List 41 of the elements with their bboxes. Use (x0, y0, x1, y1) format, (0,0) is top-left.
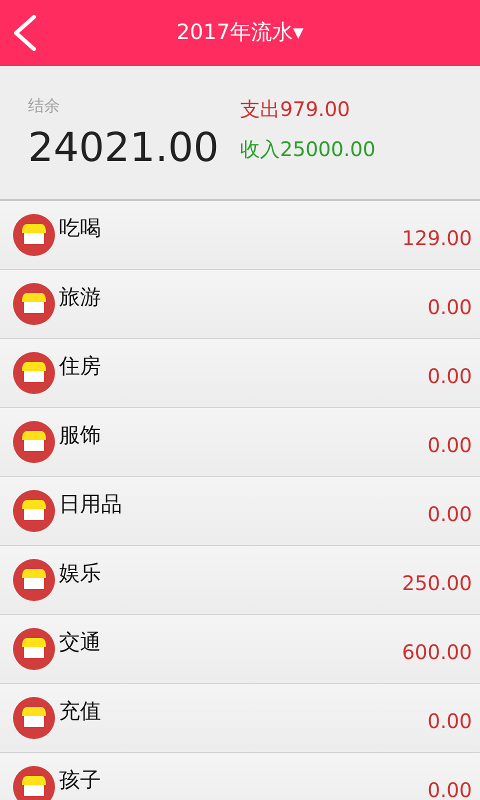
category-name: 住房 (59, 353, 102, 380)
shop-icon (13, 283, 55, 325)
year-dropdown[interactable]: 2017年流水▾ (176, 17, 304, 49)
category-amount: 0.00 (427, 501, 472, 528)
category-row[interactable]: 吃喝 129.00 (0, 201, 480, 270)
shop-icon (13, 421, 55, 463)
category-row[interactable]: 日用品 0.00 (0, 477, 480, 546)
category-name: 孩子 (59, 767, 102, 794)
category-name: 服饰 (59, 422, 102, 450)
category-amount: 0.00 (427, 777, 472, 800)
category-row[interactable]: 交通 600.00 (0, 615, 480, 684)
category-row[interactable]: 旅游 0.00 (0, 270, 480, 339)
shop-icon (13, 766, 55, 800)
shop-icon (13, 559, 55, 601)
shop-icon (13, 352, 55, 394)
category-row[interactable]: 孩子 0.00 (0, 753, 480, 800)
category-amount: 129.00 (402, 225, 472, 252)
category-row[interactable]: 住房 0.00 (0, 339, 480, 408)
category-name: 吃喝 (59, 215, 102, 242)
category-name: 充值 (59, 698, 102, 726)
category-amount: 0.00 (427, 432, 472, 459)
balance-label: 结余 (28, 95, 61, 117)
category-amount: 600.00 (402, 639, 472, 666)
category-name: 交通 (59, 629, 102, 656)
category-row[interactable]: 娱乐 250.00 (0, 546, 480, 615)
category-amount: 250.00 (402, 570, 472, 597)
shop-icon (13, 628, 55, 670)
income-total: 收入25000.00 (240, 136, 376, 163)
expense-total: 支出979.00 (240, 96, 351, 123)
category-row[interactable]: 充值 0.00 (0, 684, 480, 753)
category-amount: 0.00 (427, 294, 472, 321)
shop-icon (13, 490, 55, 532)
balance-amount: 24021.00 (28, 126, 220, 170)
category-name: 日用品 (59, 491, 123, 518)
shop-icon (13, 697, 55, 739)
category-amount: 0.00 (427, 363, 472, 390)
category-name: 娱乐 (59, 560, 102, 588)
shop-icon (13, 214, 55, 256)
category-row[interactable]: 服饰 0.00 (0, 408, 480, 477)
category-name: 旅游 (59, 284, 102, 312)
category-amount: 0.00 (427, 708, 472, 735)
